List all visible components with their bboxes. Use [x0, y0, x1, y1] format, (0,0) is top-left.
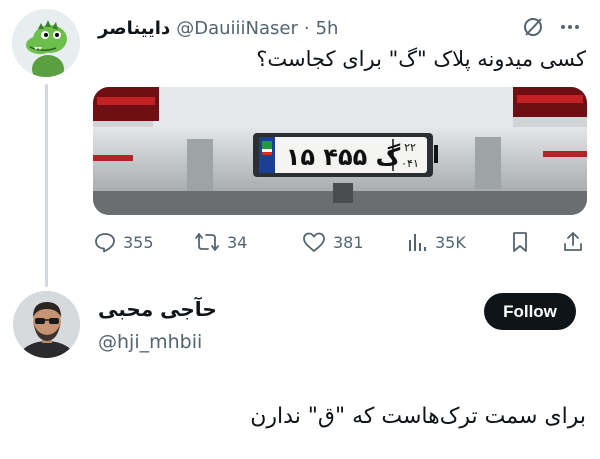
reply-icon [95, 233, 115, 253]
repost-icon [195, 233, 219, 251]
like-button[interactable]: 381 [302, 228, 364, 256]
share-icon [564, 232, 582, 251]
views-chart-icon [409, 234, 426, 251]
views-button[interactable]: 35K [406, 228, 466, 256]
tweet-action-bar: 355 34 381 35K [94, 228, 588, 256]
reply-author-name[interactable]: حآجی محبی [98, 297, 217, 321]
tweet-header: داییناصر @DauiiiNaser · 5h [98, 14, 338, 42]
views-count: 35K [435, 232, 466, 252]
reply-count: 355 [123, 232, 154, 252]
bookmark-button[interactable] [510, 228, 530, 256]
more-icon[interactable] [557, 15, 583, 39]
plate-region-top: ۲۲ [404, 141, 416, 154]
tweet-timestamp[interactable]: 5h [316, 18, 339, 39]
author-name[interactable]: داییناصر [98, 18, 170, 39]
man-avatar-image [13, 291, 80, 358]
plate-main-text: ۱۵ گ ۴۵۵ [286, 143, 401, 171]
reply-button[interactable]: 355 [94, 228, 154, 256]
reply-text: برای سمت ترک‌هاست که "ق" ندارن [250, 404, 586, 429]
plate-region-bottom: ۰۴۱ [401, 157, 419, 170]
bookmark-icon [513, 232, 527, 252]
author-avatar[interactable] [12, 9, 80, 77]
thread-line [45, 84, 48, 287]
tweet-media-image[interactable]: ۱۵ گ ۴۵۵ ۲۲ ۰۴۱ [93, 87, 587, 215]
car-rear-photo: ۱۵ گ ۴۵۵ ۲۲ ۰۴۱ [93, 87, 587, 215]
grok-slash-icon[interactable] [522, 16, 544, 38]
repost-count: 34 [227, 232, 248, 252]
author-handle[interactable]: @DauiiiNaser [176, 18, 298, 39]
reply-author-handle[interactable]: @hji_mhbii [98, 331, 202, 353]
share-button[interactable] [562, 228, 584, 256]
separator-dot: · [303, 17, 310, 39]
repost-button[interactable]: 34 [194, 228, 247, 256]
heart-icon [303, 232, 325, 252]
dinosaur-avatar-image [12, 9, 80, 77]
tweet-text: کسی میدونه پلاک "گ" برای کجاست؟ [256, 47, 586, 71]
reply-author-avatar[interactable] [13, 291, 80, 358]
like-count: 381 [333, 232, 364, 252]
follow-button[interactable]: Follow [484, 293, 576, 330]
